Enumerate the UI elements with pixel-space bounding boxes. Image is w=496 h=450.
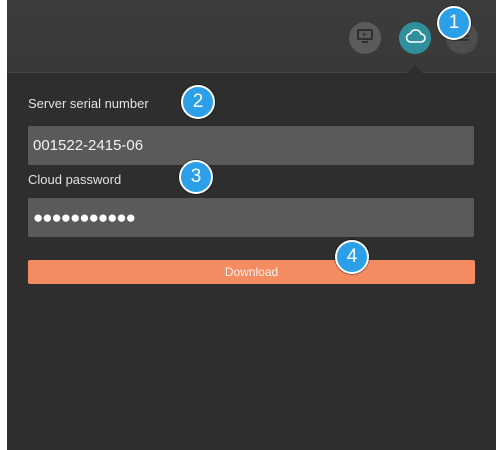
cloud-password-label: Cloud password <box>28 172 122 187</box>
app-screen: Server serial number 001522-2415-06 Clou… <box>0 0 496 450</box>
download-button[interactable]: Download <box>28 260 475 284</box>
callout-marker-3: 3 <box>179 160 213 194</box>
active-tab-indicator <box>407 65 423 73</box>
callout-marker-2: 2 <box>181 85 215 119</box>
cloud-password-value: ●●●●●●●●●●● <box>33 207 136 227</box>
serial-number-label: Server serial number <box>28 96 149 111</box>
cloud-icon <box>404 28 426 49</box>
cloud-password-field[interactable]: ●●●●●●●●●●● <box>28 198 474 237</box>
serial-number-value: 001522-2415-06 <box>33 137 144 154</box>
monitor-icon <box>356 28 374 49</box>
callout-marker-1: 1 <box>437 6 471 40</box>
callout-marker-4: 4 <box>335 240 369 274</box>
download-button-label: Download <box>224 265 279 279</box>
serial-number-field[interactable]: 001522-2415-06 <box>28 126 474 165</box>
cloud-tab-button[interactable] <box>399 22 431 54</box>
monitor-tab-button[interactable] <box>349 22 381 54</box>
